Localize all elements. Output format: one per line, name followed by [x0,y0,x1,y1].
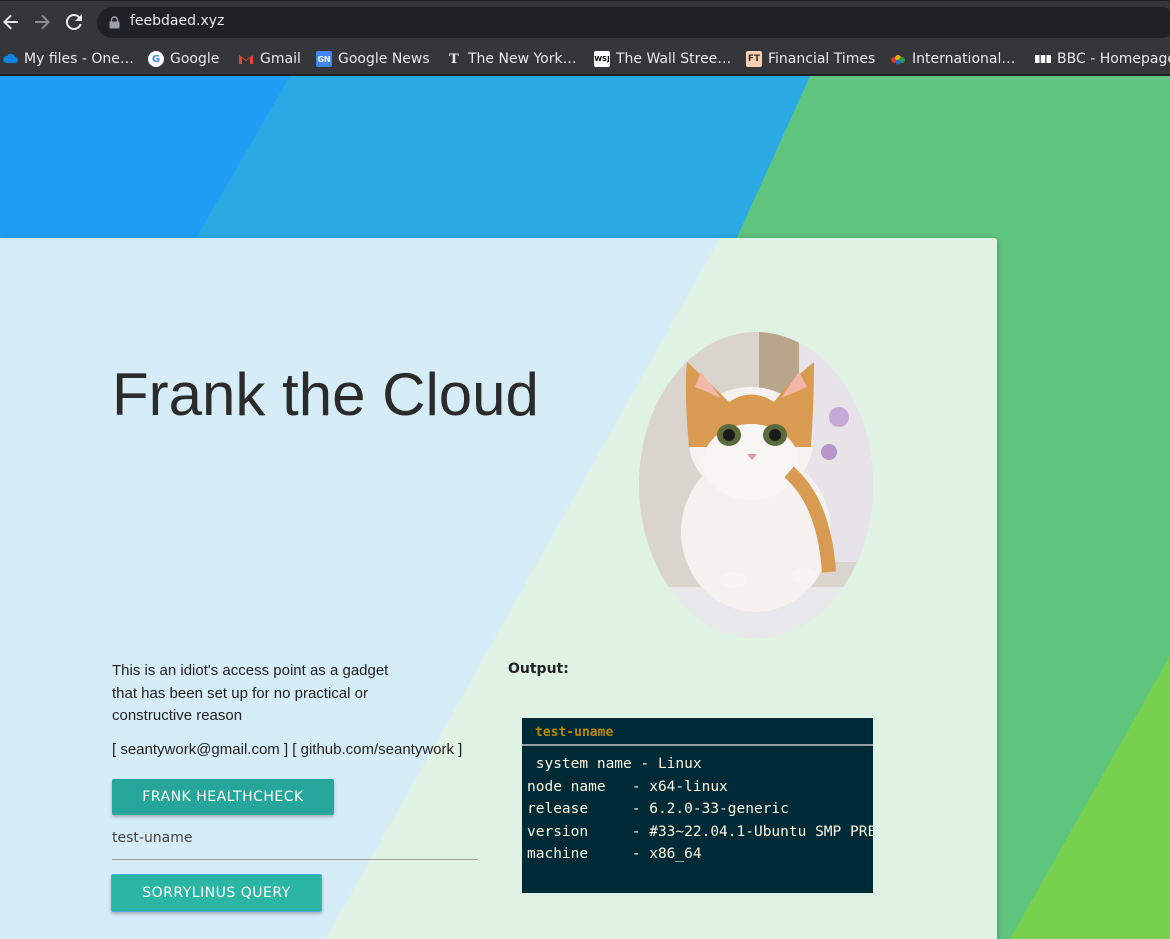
healthcheck-button[interactable]: FRANK HEALTHCHECK [112,779,334,815]
bookmark-label: The New York… [468,51,577,67]
bookmark-nyt[interactable]: T The New York… [446,49,577,69]
bookmark-gmail[interactable]: Gmail [238,49,301,69]
bookmark-google-news[interactable]: GN Google News [316,49,430,69]
lock-icon [109,16,120,29]
bookmark-label: Google [170,51,220,67]
bbc-icon [1035,51,1051,67]
bookmark-label: International… [912,51,1016,67]
page-viewport: Frank the Cloud This is an idiot's acces [0,76,1170,939]
bookmark-label: Financial Times [768,51,876,67]
terminal-output: test-uname system name - Linux node name… [522,718,873,893]
bookmark-label: My files - One… [24,51,134,67]
description-text: This is an idiot's access point as a gad… [112,662,389,724]
bookmark-wsj[interactable]: WSJ The Wall Stree… [594,49,731,69]
bookmark-international[interactable]: International… [890,49,1015,69]
bookmark-google[interactable]: G Google [148,49,219,69]
google-news-icon: GN [316,51,332,67]
onedrive-icon [2,51,18,67]
bookmark-onedrive[interactable]: My files - One… [2,49,134,69]
url-text: feebdaed.xyz [130,13,225,29]
back-icon[interactable] [0,11,22,33]
bookmarks-bar: My files - One… G Google Gmail GN Google… [0,43,1170,75]
bookmark-label: Google News [338,51,430,67]
gmail-icon [238,51,254,67]
output-label: Output: [508,661,569,677]
bookmark-bbc[interactable]: BBC - Homepage [1035,49,1170,69]
bookmark-label: Gmail [260,51,301,67]
cat-photo [639,332,873,638]
terminal-body: system name - Linux node name - x64-linu… [527,756,873,862]
bookmark-label: BBC - Homepage [1057,51,1170,67]
reload-icon[interactable] [63,11,85,33]
ft-icon: FT [746,51,762,67]
browser-toolbar: feebdaed.xyz [0,0,1170,43]
page-title: Frank the Cloud [112,361,539,428]
contact-links: [ seantywork@gmail.com ] [ github.com/se… [112,741,463,758]
terminal-header: test-uname [522,718,873,746]
forward-icon[interactable] [31,11,53,33]
command-input[interactable]: test-uname [112,827,478,860]
address-bar[interactable]: feebdaed.xyz [97,7,1170,38]
wsj-icon: WSJ [594,51,610,67]
bookmark-ft[interactable]: FT Financial Times [746,49,875,69]
nyt-icon: T [449,51,459,67]
query-button[interactable]: SORRYLINUS QUERY [111,874,322,912]
bookmark-label: The Wall Stree… [616,51,732,67]
nbc-icon [890,51,906,67]
google-icon: G [148,51,164,67]
